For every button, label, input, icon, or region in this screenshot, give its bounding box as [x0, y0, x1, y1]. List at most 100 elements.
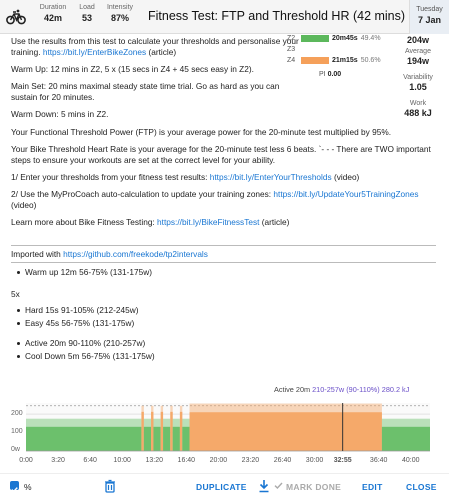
segment-bar	[189, 412, 382, 451]
workout-date: Tuesday 7 Jan	[409, 0, 449, 34]
import-note: Imported with https://github.com/freekod…	[11, 249, 436, 260]
y-tick-label: 100	[11, 428, 23, 435]
hover-step-name: Active 20m	[274, 385, 311, 394]
description-paragraph: Your Bike Threshold Heart Rate is your a…	[11, 144, 431, 165]
stat-variability: Variability 1.05	[388, 74, 448, 92]
text: (article)	[259, 217, 290, 227]
zone-percent: 49.4%	[360, 35, 381, 42]
enter-bike-zones-link[interactable]: https://bit.ly/EnterBikeZones	[43, 47, 146, 57]
pi-label: PI	[319, 71, 326, 78]
description-paragraph: Main Set: 20 mins maximal steady state t…	[11, 81, 280, 102]
check-icon	[274, 482, 283, 490]
y-tick-label: 0w	[11, 446, 21, 453]
x-tick-label: 40:00	[402, 457, 420, 464]
duplicate-button[interactable]: DUPLICATE	[196, 482, 247, 492]
load-stat: Load 53	[76, 4, 98, 23]
text: 1/ Enter your thresholds from your fitne…	[11, 172, 210, 182]
zone-bar	[301, 57, 329, 64]
step-text: Easy 45s 56-75% (131-175w)	[25, 318, 135, 328]
date-value: 7 Jan	[417, 15, 441, 25]
mark-done-button[interactable]: MARK DONE	[286, 482, 341, 492]
percent-label: %	[24, 482, 32, 492]
update-zones-link[interactable]: https://bit.ly/UpdateYour5TrainingZones	[273, 189, 418, 199]
zone-row-z2: Z2 20m45s 49.4%	[287, 34, 381, 43]
intensity-label: Intensity	[106, 4, 134, 11]
workout-description: Use the results from this test to calcul…	[11, 36, 301, 126]
segment-bar	[160, 411, 164, 451]
x-tick-label: 0:00	[19, 457, 33, 464]
enter-thresholds-link[interactable]: https://bit.ly/EnterYourThresholds	[210, 172, 332, 182]
description-paragraph: Warm Up: 12 mins in Z2, 5 x (15 secs in …	[11, 64, 254, 74]
stat-work: Work 488 kJ	[388, 100, 448, 118]
duration-stat: Duration 42m	[36, 4, 70, 23]
pi-value: 0.00	[327, 71, 342, 78]
duration-label: Duration	[39, 4, 67, 11]
duration-value: 42m	[43, 13, 62, 23]
zone-bar	[301, 35, 329, 42]
plot-area	[26, 403, 430, 452]
description-paragraph: Use the results from this test to calcul…	[11, 36, 301, 58]
step-text: Warm up 12m 56-75% (131-175w)	[25, 267, 152, 277]
workout-description-wide: Your Functional Threshold Power (FTP) is…	[11, 127, 436, 234]
text: Imported with	[11, 249, 64, 259]
divider	[11, 262, 436, 263]
intensity-stat: Intensity 87%	[103, 4, 137, 23]
x-tick-label: 16:40	[178, 457, 196, 464]
x-tick-label: 23:20	[242, 457, 260, 464]
x-tick-label: 20:00	[210, 457, 228, 464]
description-paragraph: Learn more about Bike Fitness Testing: h…	[11, 217, 436, 228]
bike-icon	[6, 9, 26, 25]
stat-average: Average 194w	[388, 48, 448, 66]
segment-bar	[381, 426, 430, 451]
segment-bar	[163, 426, 171, 451]
stat-value: 204w	[406, 35, 430, 45]
stat-label: Variability	[403, 74, 433, 81]
delete-icon[interactable]	[104, 479, 116, 493]
zone-percent: 50.6%	[360, 57, 381, 64]
percent-checkbox[interactable]	[10, 481, 19, 493]
intensity-value: 87%	[110, 13, 129, 23]
segment-bar	[170, 411, 173, 451]
zone-time: 20m45s	[332, 35, 358, 42]
text: (video)	[11, 200, 37, 210]
zone-row-z4: Z4 21m15s 50.6%	[287, 56, 381, 65]
x-tick-label: 3:20	[51, 457, 65, 464]
bike-fitness-test-link[interactable]: https://bit.ly/BikeFitnessTest	[157, 217, 259, 227]
tp2intervals-link[interactable]: https://github.com/freekode/tp2intervals	[63, 249, 208, 259]
workout-chart[interactable]: 200 100 0w 0:00 3:20 6:40 10:00 13:20 16:40 20…	[0, 395, 449, 467]
repeat-count: 5x	[11, 289, 20, 299]
edit-button[interactable]: EDIT	[362, 482, 383, 492]
close-button[interactable]: CLOSE	[406, 482, 437, 492]
description-paragraph: Warm Down: 5 mins in Z2.	[11, 109, 109, 119]
x-tick-label: 36:40	[370, 457, 388, 464]
load-label: Load	[79, 4, 95, 11]
step-text: Cool Down 5m 56-75% (131-175w)	[25, 351, 155, 361]
description-paragraph: Your Functional Threshold Power (FTP) is…	[11, 127, 391, 137]
stat-value: 488 kJ	[404, 108, 432, 118]
step-text: Hard 15s 91-105% (212-245w)	[25, 305, 139, 315]
x-tick-label: 30:00	[306, 457, 324, 464]
date-day: Tuesday	[416, 6, 443, 13]
check-icon	[11, 487, 18, 493]
segment-bar	[172, 426, 180, 451]
hover-step-detail: 210-257w (90-110%) 280.2 kJ	[312, 385, 410, 394]
description-paragraph: 2/ Use the MyProCoach auto-calculation t…	[11, 189, 436, 211]
x-axis: 0:00 3:20 6:40 10:00 13:20 16:40 20:00 23:20 26:…	[19, 457, 419, 464]
divider	[11, 245, 436, 246]
bottom-toolbar: % DUPLICATE MARK DONE EDIT CLOSE	[0, 473, 449, 500]
segment-bar	[26, 426, 142, 451]
step-text: Active 20m 90-110% (210-257w)	[25, 338, 146, 348]
pi-stat: PI 0.00	[319, 71, 341, 78]
description-paragraph: 1/ Enter your thresholds from your fitne…	[11, 172, 436, 183]
load-value: 53	[81, 13, 92, 23]
download-icon[interactable]	[258, 479, 270, 493]
x-tick-label: 6:40	[83, 457, 97, 464]
zone-time: 21m15s	[332, 57, 358, 64]
x-tick-label: 32:55	[334, 457, 352, 464]
text: Learn more about Bike Fitness Testing:	[11, 217, 158, 227]
stat-label: Average	[405, 48, 431, 55]
stat-label: Work	[409, 100, 427, 107]
x-tick-label: 26:40	[274, 457, 292, 464]
segment-bar	[143, 426, 152, 451]
segment-bar	[141, 411, 144, 451]
